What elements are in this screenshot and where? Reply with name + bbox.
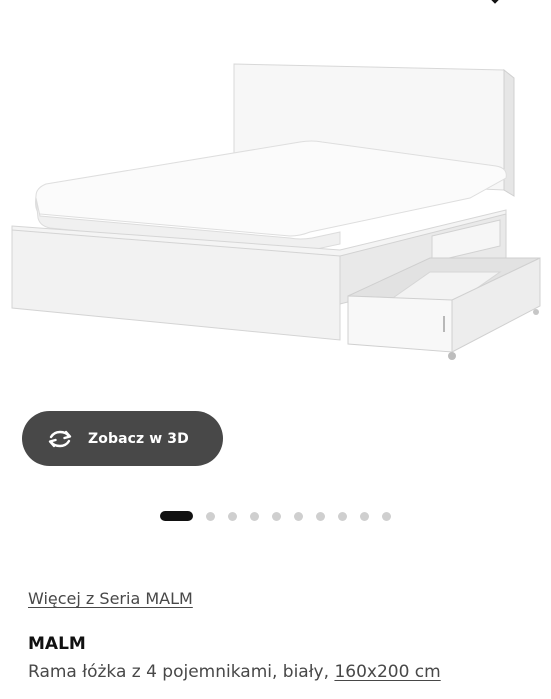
gallery-dot[interactable] <box>360 511 369 521</box>
gallery-dot[interactable] <box>294 511 303 521</box>
bed-image <box>11 0 541 360</box>
gallery-dot[interactable] <box>272 511 281 521</box>
gallery-dot[interactable] <box>316 511 325 521</box>
gallery-dot[interactable] <box>228 511 237 521</box>
gallery-dot[interactable] <box>382 511 391 521</box>
product-description: Rama łóżka z 4 pojemnikami, biały, 160x2… <box>28 662 441 682</box>
view-in-3d-button[interactable]: Zobacz w 3D <box>22 411 223 466</box>
gallery-dot[interactable] <box>206 511 215 521</box>
gallery-dot[interactable] <box>338 511 347 521</box>
gallery-dot[interactable] <box>250 511 259 521</box>
chevron-down-icon <box>491 0 499 4</box>
gallery-dot-active[interactable] <box>160 511 193 521</box>
view-in-3d-label: Zobacz w 3D <box>88 430 189 447</box>
series-link[interactable]: Więcej z Seria MALM <box>28 589 193 608</box>
rotate-3d-icon <box>46 428 76 450</box>
product-description-text: Rama łóżka z 4 pojemnikami, biały, <box>28 662 330 682</box>
gallery-pagination <box>160 509 404 523</box>
product-name: MALM <box>28 634 86 654</box>
product-image-gallery[interactable] <box>0 0 551 400</box>
size-link[interactable]: 160x200 cm <box>334 662 440 682</box>
